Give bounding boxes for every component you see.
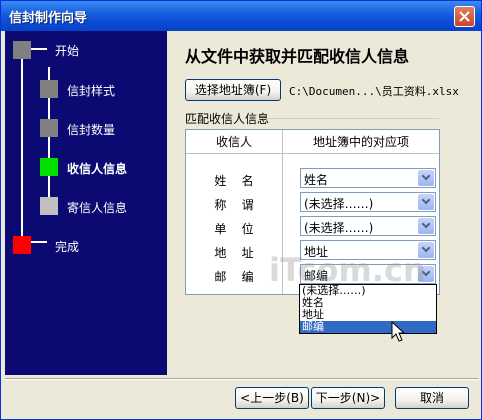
close-icon xyxy=(459,11,470,22)
step-marker-recipient xyxy=(40,158,58,176)
step-marker-sender xyxy=(40,197,58,215)
field-label-postcode-text: 邮 编 xyxy=(214,270,254,284)
next-button[interactable]: 下一步(N)> xyxy=(311,387,385,409)
step-label-start: 开始 xyxy=(55,44,80,58)
field-label-name: 姓 名 xyxy=(186,172,282,189)
file-path: C:\Documen...\员工资料.xlsx xyxy=(289,85,459,98)
column-header-mapping: 地址簿中的对应项 xyxy=(283,130,439,154)
step-label-sender: 寄信人信息 xyxy=(67,201,128,215)
column-header-recipient: 收信人 xyxy=(186,130,282,154)
step-marker-count xyxy=(40,119,58,137)
postcode-dropdown-list: (未选择……) 姓名 地址 邮编 xyxy=(299,284,437,334)
close-button[interactable] xyxy=(454,6,475,27)
field-label-address-text: 地 址 xyxy=(214,246,254,260)
title-bar[interactable]: 信封制作向导 xyxy=(1,1,481,31)
combo-title[interactable]: (未选择……) xyxy=(300,192,436,212)
window-title: 信封制作向导 xyxy=(9,11,88,26)
field-label-address: 地 址 xyxy=(186,244,282,261)
chevron-down-icon xyxy=(422,199,430,205)
dropdown-option-selected[interactable]: 邮编 xyxy=(300,321,436,333)
choose-address-book-button[interactable]: 选择地址簿(F) xyxy=(185,79,281,101)
group-label: 匹配收信人信息 xyxy=(185,112,270,126)
step-label-finish: 完成 xyxy=(55,240,80,254)
step-label-recipient: 收信人信息 xyxy=(67,162,128,176)
step-marker-style xyxy=(40,80,58,98)
combo-dropdown-button[interactable] xyxy=(418,194,434,210)
field-label-name-text: 姓 名 xyxy=(214,174,254,188)
combo-value: 姓名 xyxy=(304,173,329,187)
field-label-postcode: 邮 编 xyxy=(186,268,282,285)
step-marker-finish xyxy=(13,236,31,254)
step-label-count: 信封数量 xyxy=(67,123,116,137)
chevron-down-icon xyxy=(422,223,430,229)
cancel-button[interactable]: 取消 xyxy=(395,387,469,409)
field-label-company-text: 单 位 xyxy=(214,222,254,236)
chevron-down-icon xyxy=(422,175,430,181)
wizard-window: 信封制作向导 开始 信封样式 信封数量 收信人信息 寄信人信息 完成 从文件中获… xyxy=(0,0,482,420)
nav-connector xyxy=(21,56,23,250)
field-label-title: 称 谓 xyxy=(186,196,282,213)
mouse-pointer-icon xyxy=(391,321,405,342)
step-marker-start xyxy=(13,41,31,59)
group-divider xyxy=(259,118,439,119)
page-title: 从文件中获取并匹配收信人信息 xyxy=(185,47,410,66)
combo-company[interactable]: (未选择……) xyxy=(300,216,436,236)
combo-value: (未选择……) xyxy=(304,197,374,211)
field-label-company: 单 位 xyxy=(186,220,282,237)
field-label-title-text: 称 谓 xyxy=(214,198,254,212)
back-button[interactable]: <上一步(B) xyxy=(235,387,309,409)
step-navigation: 开始 信封样式 信封数量 收信人信息 寄信人信息 完成 xyxy=(5,31,167,375)
combo-name[interactable]: 姓名 xyxy=(300,168,436,188)
combo-value: (未选择……) xyxy=(304,221,374,235)
step-label-style: 信封样式 xyxy=(67,84,116,98)
combo-dropdown-button[interactable] xyxy=(418,170,434,186)
combo-dropdown-button[interactable] xyxy=(418,218,434,234)
bottom-divider xyxy=(5,378,479,380)
